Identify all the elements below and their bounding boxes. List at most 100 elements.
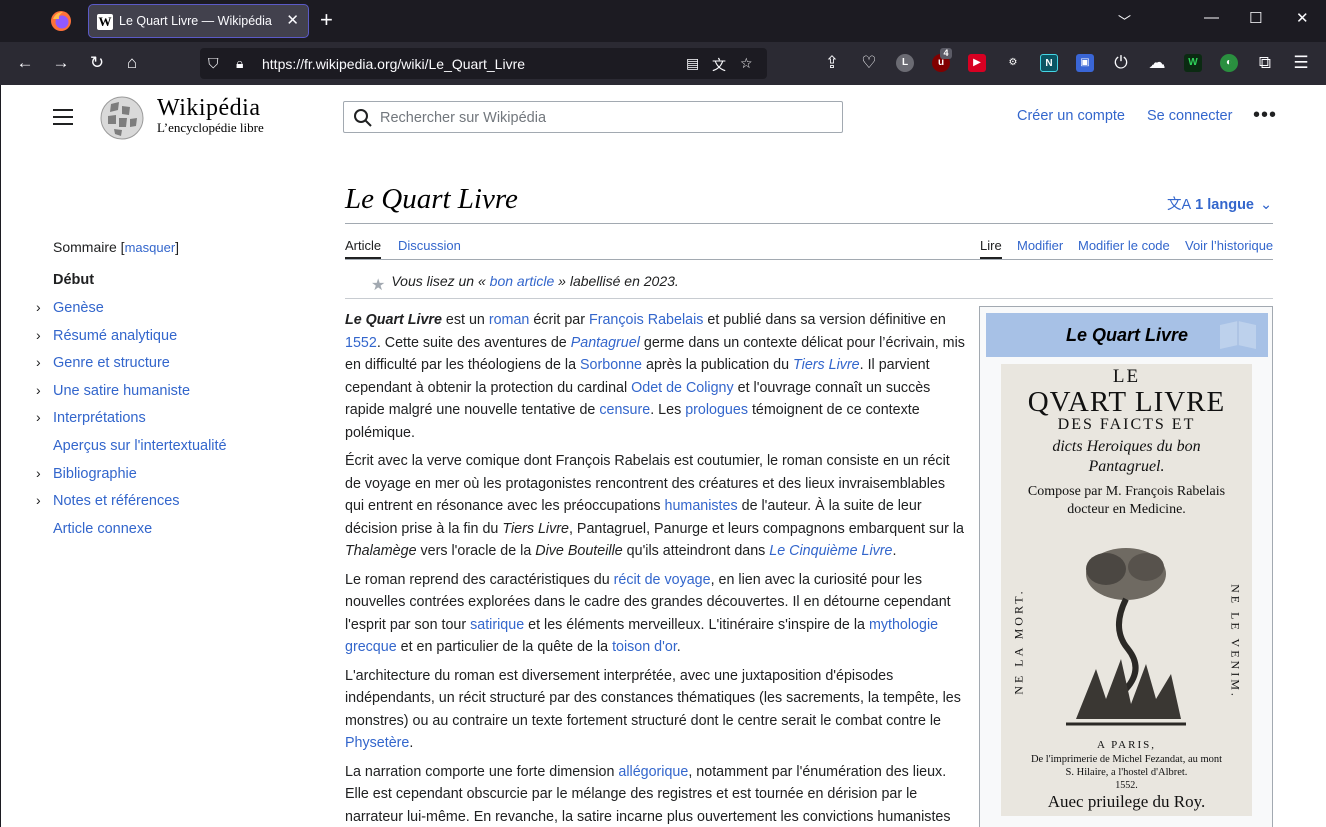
search-box[interactable] bbox=[343, 101, 843, 133]
link-physetere[interactable]: Physetère bbox=[345, 735, 409, 751]
link-pantagruel[interactable]: Pantagruel bbox=[571, 335, 640, 351]
cloud-icon[interactable]: ☁ bbox=[1146, 52, 1168, 74]
pocket-icon[interactable]: ♡ bbox=[858, 52, 880, 74]
cover-line: Pantagruel. bbox=[1088, 458, 1165, 475]
link-roman[interactable]: roman bbox=[489, 312, 530, 328]
toc-hide-link[interactable]: masquer bbox=[125, 240, 176, 255]
firefox-icon[interactable] bbox=[50, 10, 72, 32]
forward-icon[interactable]: → bbox=[50, 52, 72, 74]
link-odet[interactable]: Odet de Coligny bbox=[631, 380, 734, 396]
divider bbox=[345, 223, 1273, 224]
chevron-right-icon[interactable]: › bbox=[36, 299, 41, 315]
wikipedia-globe-icon[interactable] bbox=[97, 94, 147, 140]
browser-tab[interactable]: W Le Quart Livre — Wikipédia ✕ bbox=[88, 4, 309, 38]
tab-edit[interactable]: Modifier bbox=[1017, 238, 1063, 253]
shield-icon[interactable]: ⛉ bbox=[208, 55, 219, 72]
tab-history[interactable]: Voir l’historique bbox=[1185, 238, 1273, 253]
power-icon[interactable]: ⏻ bbox=[1110, 52, 1132, 74]
cover-line: dicts Heroiques du bon bbox=[1052, 438, 1201, 455]
chevron-right-icon[interactable]: › bbox=[36, 492, 41, 508]
extension-n-icon[interactable]: N bbox=[1040, 54, 1058, 72]
toc-item-interpretations[interactable]: Interprétations bbox=[53, 410, 146, 426]
login-link[interactable]: Se connecter bbox=[1147, 108, 1232, 124]
toc-item-satire[interactable]: Une satire humaniste bbox=[53, 383, 190, 399]
tab-discussion[interactable]: Discussion bbox=[398, 238, 461, 253]
good-article-link[interactable]: bon article bbox=[490, 273, 555, 289]
toc-item-notes[interactable]: Notes et références bbox=[53, 493, 180, 509]
cover-line: QVART LIVRE bbox=[1027, 386, 1226, 418]
toc-item-article-connexe[interactable]: Article connexe bbox=[53, 521, 152, 537]
bookmark-star-icon[interactable]: ☆ bbox=[740, 55, 753, 72]
toc-item-intertextualite[interactable]: Aperçus sur l'intertextualité bbox=[53, 438, 227, 454]
search-icon bbox=[354, 109, 372, 127]
tab-read[interactable]: Lire bbox=[980, 238, 1002, 259]
reload-icon[interactable]: ↻ bbox=[86, 52, 108, 74]
link-tiers-livre[interactable]: Tiers Livre bbox=[793, 357, 860, 373]
infobox-header: Le Quart Livre bbox=[986, 313, 1268, 357]
toc-item-debut[interactable]: Début bbox=[53, 272, 94, 288]
close-tab-icon[interactable]: ✕ bbox=[286, 11, 299, 29]
back-icon[interactable]: ← bbox=[14, 52, 36, 74]
toc-item-resume[interactable]: Résumé analytique bbox=[53, 328, 177, 344]
chevron-right-icon[interactable]: › bbox=[36, 409, 41, 425]
search-input[interactable] bbox=[380, 108, 820, 128]
link-allegorique[interactable]: allégorique bbox=[618, 764, 688, 780]
minimize-icon[interactable]: — bbox=[1204, 9, 1219, 26]
link-humanistes[interactable]: humanistes bbox=[665, 498, 738, 514]
toc-heading: Sommaire bbox=[53, 239, 117, 255]
toc-item-genese[interactable]: Genèse bbox=[53, 300, 104, 316]
language-button[interactable]: 文A 1 langue ⌄ bbox=[1167, 193, 1272, 214]
home-icon[interactable]: ⌂ bbox=[121, 52, 143, 74]
close-window-icon[interactable]: ✕ bbox=[1296, 9, 1309, 27]
chevron-down-icon: ⌄ bbox=[1260, 197, 1273, 213]
chevron-right-icon[interactable]: › bbox=[36, 354, 41, 370]
chevron-right-icon[interactable]: › bbox=[36, 465, 41, 481]
chevron-right-icon[interactable]: › bbox=[36, 327, 41, 343]
link-rabelais[interactable]: François Rabelais bbox=[589, 312, 703, 328]
url-text[interactable]: https://fr.wikipedia.org/wiki/Le_Quart_L… bbox=[262, 56, 525, 72]
new-tab-icon[interactable]: + bbox=[320, 8, 333, 32]
chevron-right-icon[interactable]: › bbox=[36, 382, 41, 398]
save-to-pocket-icon[interactable]: ⇪ bbox=[821, 52, 843, 74]
cover-side-text: NE LA MORT. bbox=[1011, 588, 1026, 695]
language-count: 1 langue bbox=[1195, 197, 1254, 213]
link-sorbonne[interactable]: Sorbonne bbox=[580, 357, 642, 373]
link-1552[interactable]: 1552 bbox=[345, 335, 377, 351]
infobox: Le Quart Livre LE QVART LIVRE DES FAICTS… bbox=[979, 306, 1273, 827]
list-tabs-icon[interactable]: ﹀ bbox=[1118, 11, 1131, 30]
toc-item-bibliographie[interactable]: Bibliographie bbox=[53, 466, 137, 482]
tab-title: Le Quart Livre — Wikipédia bbox=[119, 14, 272, 28]
browser-tab-bar: W Le Quart Livre — Wikipédia ✕ + ﹀ — ☐ ✕ bbox=[0, 0, 1326, 42]
maximize-icon[interactable]: ☐ bbox=[1249, 9, 1262, 27]
translate-icon[interactable]: 文 bbox=[712, 55, 726, 75]
paragraph-2: Écrit avec la verve comique dont Françoi… bbox=[345, 453, 964, 559]
link-satirique[interactable]: satirique bbox=[470, 617, 524, 633]
tab-article[interactable]: Article bbox=[345, 238, 382, 259]
url-bar[interactable]: ⛉ 🔒︎ https://fr.wikipedia.org/wiki/Le_Qu… bbox=[200, 48, 767, 79]
link-toison[interactable]: toison d'or bbox=[612, 639, 677, 655]
reader-view-icon[interactable]: ▤ bbox=[686, 55, 699, 72]
link-prologues[interactable]: prologues bbox=[685, 402, 748, 418]
book-cover-image[interactable]: LE QVART LIVRE DES FAICTS ET dicts Heroi… bbox=[1001, 364, 1252, 816]
link-censure[interactable]: censure bbox=[599, 402, 650, 418]
menu-icon[interactable]: ☰ bbox=[1290, 52, 1312, 74]
extension-globe-icon[interactable]: ◐ bbox=[1220, 54, 1238, 72]
extension-red-icon[interactable]: ▶ bbox=[968, 54, 986, 72]
extension-gear-icon[interactable]: ⚙ bbox=[1004, 54, 1022, 72]
extension-window-icon[interactable]: ▣ bbox=[1076, 54, 1094, 72]
link-recit-voyage[interactable]: récit de voyage bbox=[614, 572, 711, 588]
tab-edit-source[interactable]: Modifier le code bbox=[1078, 238, 1170, 253]
cover-line: S. Hilaire, a l'hostel d'Albret. bbox=[1065, 767, 1188, 778]
wikipedia-wordmark[interactable]: Wikipédia bbox=[157, 95, 261, 122]
link-cinquieme-livre[interactable]: Le Cinquième Livre bbox=[769, 543, 892, 559]
toc-item-genre[interactable]: Genre et structure bbox=[53, 355, 170, 371]
more-options-icon[interactable]: ••• bbox=[1253, 105, 1277, 125]
main-menu-icon[interactable] bbox=[53, 109, 73, 125]
navigation-toolbar: ← → ↻ ⌂ ⛉ 🔒︎ https://fr.wikipedia.org/wi… bbox=[0, 42, 1326, 85]
extension-w-icon[interactable]: W bbox=[1184, 54, 1202, 72]
extensions-icon[interactable]: ⧉ bbox=[1254, 52, 1276, 74]
lock-icon[interactable]: 🔒︎ bbox=[236, 55, 243, 72]
good-article-notice: ★ Vous lisez un « bon article » labellisé… bbox=[371, 271, 679, 294]
extension-l-icon[interactable]: L bbox=[896, 54, 914, 72]
create-account-link[interactable]: Créer un compte bbox=[1017, 108, 1125, 124]
